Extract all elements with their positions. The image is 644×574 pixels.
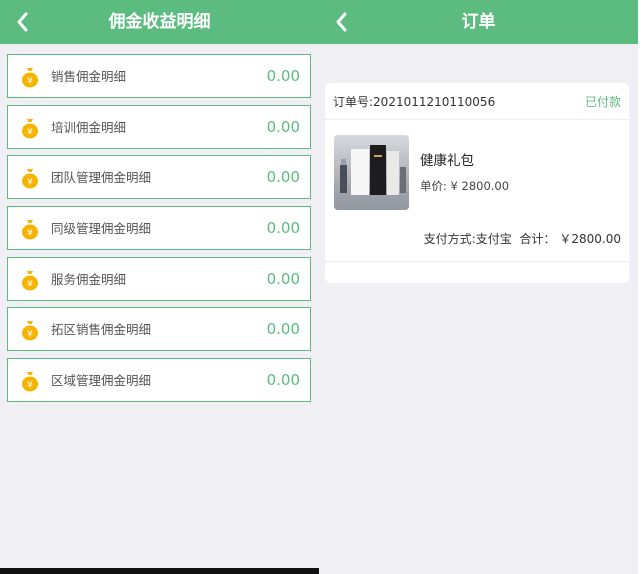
svg-text:¥: ¥ bbox=[27, 229, 33, 239]
item-amount: 0.00 bbox=[266, 320, 300, 339]
screen-bottom-edge bbox=[0, 568, 319, 574]
gift-box-icon bbox=[334, 135, 409, 210]
svg-text:¥: ¥ bbox=[27, 279, 33, 289]
money-bag-icon: ¥ bbox=[22, 118, 38, 139]
money-bag-icon: ¥ bbox=[22, 169, 38, 189]
money-bag-icon: ¥ bbox=[22, 68, 38, 88]
unit-price: 单价: ¥ 2800.00 bbox=[420, 179, 510, 193]
product-name[interactable]: 健康礼包 bbox=[420, 149, 474, 169]
order-header: 订单号:2021011210110056 已付款 bbox=[325, 83, 629, 120]
list-item[interactable]: ¥ 同级管理佣金明细 0.00 bbox=[7, 206, 311, 251]
svg-text:¥: ¥ bbox=[27, 330, 33, 340]
list-item[interactable]: ¥ 培训佣金明细 0.00 bbox=[7, 104, 311, 149]
item-amount: 0.00 bbox=[266, 67, 300, 85]
svg-text:¥: ¥ bbox=[27, 127, 33, 137]
item-amount: 0.00 bbox=[266, 269, 300, 288]
order-card[interactable]: 订单号:2021011210110056 已付款 健康礼包 单价: ¥ 2800… bbox=[325, 83, 629, 283]
commission-screen: 佣金收益明细 ¥ 销售佣金明细 0.00 ¥ 培训佣金明细 0.00 ¥ 团队管… bbox=[0, 0, 319, 574]
item-label: 服务佣金明细 bbox=[51, 271, 127, 287]
status-badge: 已付款 bbox=[584, 95, 621, 109]
order-number: 订单号:2021011210110056 bbox=[333, 95, 496, 109]
money-bag-icon: ¥ bbox=[22, 372, 38, 392]
item-amount: 0.00 bbox=[266, 219, 300, 238]
order-screen: 订单 订单号:2021011210110056 已付款 健康礼包 单价: ¥ 2… bbox=[319, 0, 644, 574]
order-total: 合计： ￥2800.00 bbox=[519, 232, 621, 246]
screen-right-edge bbox=[638, 0, 644, 574]
item-label: 同级管理佣金明细 bbox=[51, 221, 152, 237]
payment-method: 支付方式:支付宝 bbox=[423, 232, 512, 246]
money-bag-icon: ¥ bbox=[22, 220, 38, 240]
svg-text:¥: ¥ bbox=[27, 178, 33, 188]
item-amount: 0.00 bbox=[266, 168, 300, 187]
item-label: 培训佣金明细 bbox=[51, 119, 127, 135]
commission-list: ¥ 销售佣金明细 0.00 ¥ 培训佣金明细 0.00 ¥ 团队管理佣金明细 0… bbox=[7, 54, 311, 409]
money-bag-icon: ¥ bbox=[22, 270, 38, 291]
page-title: 订单 bbox=[461, 12, 496, 32]
nav-bar: 佣金收益明细 bbox=[0, 0, 319, 44]
item-label: 拓区销售佣金明细 bbox=[51, 322, 152, 338]
nav-bar: 订单 bbox=[319, 0, 638, 44]
list-item[interactable]: ¥ 服务佣金明细 0.00 bbox=[7, 256, 311, 301]
item-label: 销售佣金明细 bbox=[51, 69, 127, 84]
list-item[interactable]: ¥ 区域管理佣金明细 0.00 bbox=[7, 358, 311, 403]
list-item[interactable]: ¥ 拓区销售佣金明细 0.00 bbox=[7, 307, 311, 352]
item-label: 区域管理佣金明细 bbox=[51, 373, 152, 389]
money-bag-icon: ¥ bbox=[22, 321, 38, 341]
item-label: 团队管理佣金明细 bbox=[51, 170, 152, 186]
product-image[interactable] bbox=[334, 135, 409, 210]
item-amount: 0.00 bbox=[266, 371, 300, 390]
payment-summary: 支付方式:支付宝 合计： ￥2800.00 bbox=[420, 230, 621, 247]
divider bbox=[325, 261, 629, 262]
svg-text:¥: ¥ bbox=[27, 381, 33, 391]
page-title: 佣金收益明细 bbox=[108, 12, 211, 32]
item-amount: 0.00 bbox=[266, 117, 300, 136]
svg-text:¥: ¥ bbox=[27, 77, 33, 87]
list-item[interactable]: ¥ 销售佣金明细 0.00 bbox=[7, 54, 311, 98]
list-item[interactable]: ¥ 团队管理佣金明细 0.00 bbox=[7, 155, 311, 200]
